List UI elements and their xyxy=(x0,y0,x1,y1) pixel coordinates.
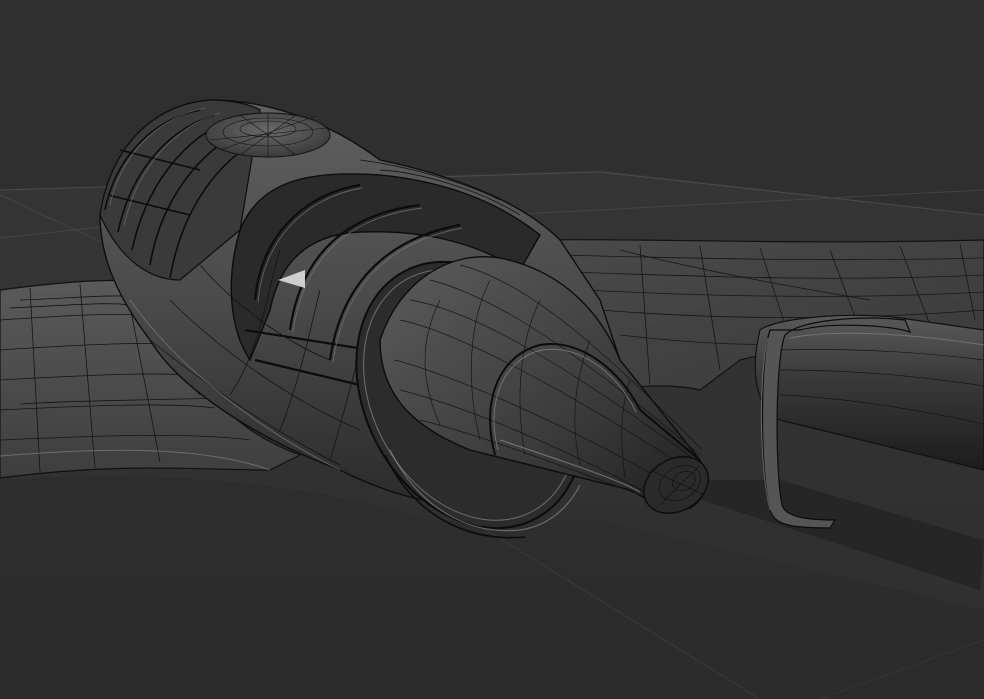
viewport-render xyxy=(0,0,984,699)
3d-viewport[interactable] xyxy=(0,0,984,699)
